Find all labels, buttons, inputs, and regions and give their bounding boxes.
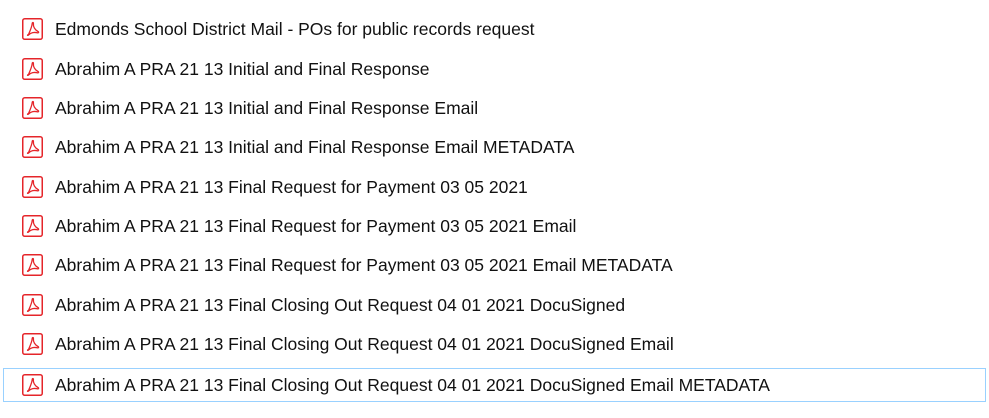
pdf-file-icon xyxy=(22,254,43,276)
file-name: Abrahim A PRA 21 13 Initial and Final Re… xyxy=(55,97,479,118)
file-name: Abrahim A PRA 21 13 Final Closing Out Re… xyxy=(55,333,674,354)
file-row[interactable]: Abrahim A PRA 21 13 Initial and Final Re… xyxy=(3,130,703,164)
file-name: Abrahim A PRA 21 13 Final Request for Pa… xyxy=(55,215,577,236)
file-name: Abrahim A PRA 21 13 Final Closing Out Re… xyxy=(55,374,770,395)
pdf-file-icon xyxy=(22,374,43,396)
pdf-file-icon xyxy=(22,176,43,198)
file-row[interactable]: Abrahim A PRA 21 13 Final Request for Pa… xyxy=(3,209,683,243)
file-row[interactable]: Abrahim A PRA 21 13 Final Closing Out Re… xyxy=(3,327,833,361)
file-row[interactable]: Abrahim A PRA 21 13 Final Request for Pa… xyxy=(3,170,643,204)
file-name: Abrahim A PRA 21 13 Final Closing Out Re… xyxy=(55,294,626,315)
pdf-file-icon xyxy=(22,215,43,237)
pdf-file-icon xyxy=(22,18,43,40)
file-name: Abrahim A PRA 21 13 Initial and Final Re… xyxy=(55,136,575,157)
file-name: Abrahim A PRA 21 13 Initial and Final Re… xyxy=(55,58,430,79)
pdf-file-icon xyxy=(22,294,43,316)
file-list: Edmonds School District Mail - POs for p… xyxy=(0,0,989,418)
file-row[interactable]: Abrahim A PRA 21 13 Final Request for Pa… xyxy=(3,248,833,282)
file-row[interactable]: Edmonds School District Mail - POs for p… xyxy=(3,12,703,46)
pdf-file-icon xyxy=(22,136,43,158)
pdf-file-icon xyxy=(22,333,43,355)
file-name: Abrahim A PRA 21 13 Final Request for Pa… xyxy=(55,176,528,197)
pdf-file-icon xyxy=(22,58,43,80)
pdf-file-icon xyxy=(22,97,43,119)
file-name: Edmonds School District Mail - POs for p… xyxy=(55,18,535,39)
file-row[interactable]: Abrahim A PRA 21 13 Initial and Final Re… xyxy=(3,52,523,86)
file-name: Abrahim A PRA 21 13 Final Request for Pa… xyxy=(55,254,673,275)
file-row-focused[interactable]: Abrahim A PRA 21 13 Final Closing Out Re… xyxy=(3,368,986,402)
file-row[interactable]: Abrahim A PRA 21 13 Final Closing Out Re… xyxy=(3,288,783,322)
file-row[interactable]: Abrahim A PRA 21 13 Initial and Final Re… xyxy=(3,91,573,125)
